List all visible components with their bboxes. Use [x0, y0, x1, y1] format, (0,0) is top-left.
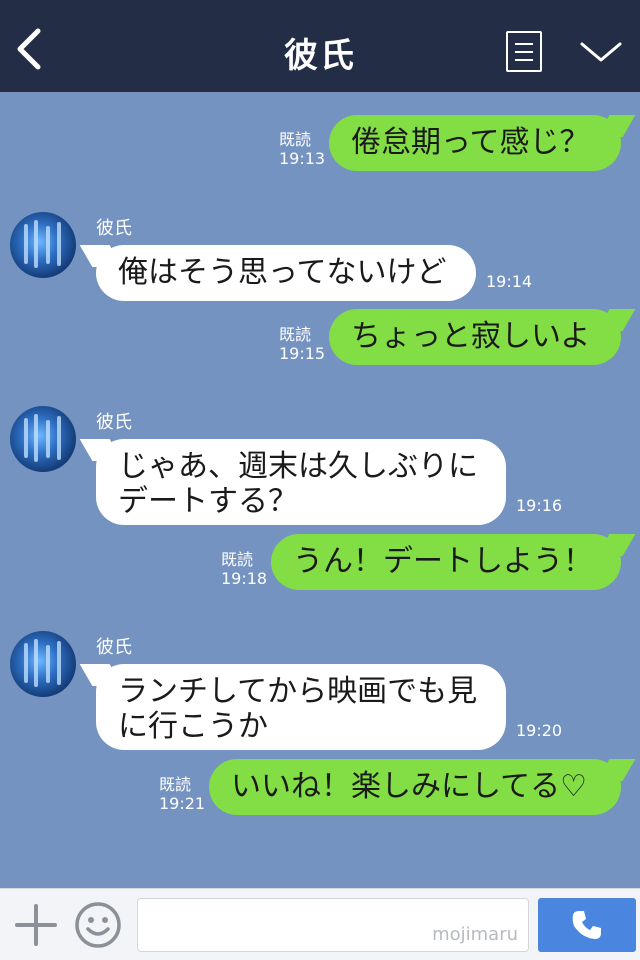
menu-button[interactable] [506, 31, 542, 72]
collapse-button[interactable] [578, 36, 624, 66]
read-receipt: 既読 [159, 775, 192, 794]
message-bubble[interactable]: ランチしてから映画でも見 に行こうか [96, 664, 506, 750]
read-receipt: 既読 [221, 550, 254, 569]
message-text-line: じゃあ、週末は久しぶりに [118, 449, 478, 484]
message-time: 19:14 [486, 272, 533, 291]
message-time: 19:16 [516, 496, 563, 515]
message-time: 19:18 [221, 569, 268, 588]
watermark-text: mojimaru [432, 924, 518, 945]
read-receipt: 既読 [279, 325, 312, 344]
message-bubble[interactable]: じゃあ、週末は久しぶりに デートする？ [96, 439, 506, 525]
message-text: 俺はそう思ってないけど [118, 255, 447, 290]
message-input[interactable]: mojimaru [137, 898, 529, 952]
input-bar: mojimaru [0, 888, 640, 960]
message-bubble[interactable]: いいね！楽しみにしてる♡ [209, 759, 621, 815]
emoji-button[interactable] [74, 901, 122, 949]
chat-header: 彼氏 [0, 0, 640, 92]
chat-title: 彼氏 [284, 36, 356, 76]
message-time: 19:20 [516, 721, 563, 740]
message-text-line: デートする？ [118, 484, 298, 519]
message-meta: 既読 19:13 [279, 130, 325, 168]
message-list[interactable]: 既読 19:13 倦怠期って感じ？ 彼氏 俺はそう思ってないけど 19:14 既… [0, 92, 640, 888]
chevron-down-icon [580, 42, 622, 62]
sender-name: 彼氏 [96, 218, 132, 239]
message-meta: 既読 19:15 [279, 325, 325, 363]
message-meta: 既読 19:21 [159, 775, 205, 813]
message-time: 19:15 [279, 344, 326, 363]
avatar[interactable] [10, 631, 76, 697]
message-text-line: ランチしてから映画でも見 [118, 674, 478, 709]
plus-icon [15, 904, 57, 946]
read-receipt: 既読 [279, 130, 312, 149]
message-text-line: に行こうか [118, 709, 268, 744]
smiley-icon [75, 902, 121, 948]
sender-name: 彼氏 [96, 637, 132, 658]
call-button[interactable] [538, 898, 636, 952]
sender-name: 彼氏 [96, 412, 132, 433]
avatar[interactable] [10, 212, 76, 278]
message-bubble[interactable]: 俺はそう思ってないけど [96, 245, 476, 301]
message-meta: 既読 19:18 [221, 550, 267, 588]
message-bubble[interactable]: うん！デートしよう！ [271, 534, 621, 590]
phone-icon [572, 911, 601, 939]
message-time: 19:13 [279, 149, 326, 168]
message-bubble[interactable]: ちょっと寂しいよ [329, 309, 621, 365]
add-button[interactable] [14, 903, 58, 947]
message-time: 19:21 [159, 794, 206, 813]
avatar[interactable] [10, 406, 76, 472]
message-bubble[interactable]: 倦怠期って感じ？ [329, 115, 621, 171]
